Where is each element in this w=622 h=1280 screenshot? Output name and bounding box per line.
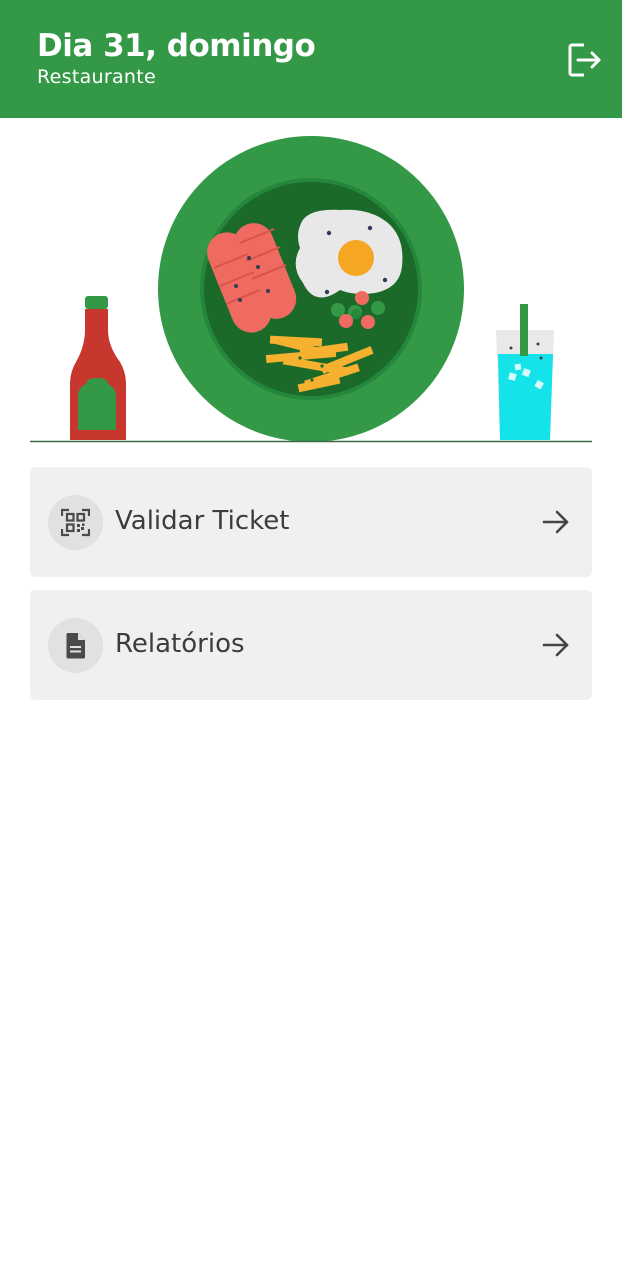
logout-icon: [568, 43, 601, 77]
meal-plate-illustration: [30, 136, 592, 443]
validate-ticket-label: Validar Ticket: [115, 506, 290, 536]
reports-icon-circle: [48, 618, 103, 673]
arrow-forward-icon: [542, 633, 569, 657]
qr-code-scanner-icon: [61, 508, 90, 537]
page-title: Dia 31, domingo: [37, 28, 316, 64]
app-bar: Dia 31, domingo Restaurante: [0, 0, 622, 118]
validate-ticket-icon-circle: [48, 495, 103, 550]
ketchup-bottle: [70, 296, 126, 440]
fried-egg: [295, 209, 403, 298]
page-subtitle: Restaurante: [37, 66, 157, 88]
logout-button[interactable]: [564, 40, 604, 80]
arrow-forward-icon: [542, 510, 569, 534]
reports-label: Relatórios: [115, 629, 245, 659]
reports-button[interactable]: Relatórios: [30, 590, 592, 700]
drink-glass: [496, 304, 554, 440]
document-icon: [66, 633, 85, 659]
validate-ticket-button[interactable]: Validar Ticket: [30, 467, 592, 577]
